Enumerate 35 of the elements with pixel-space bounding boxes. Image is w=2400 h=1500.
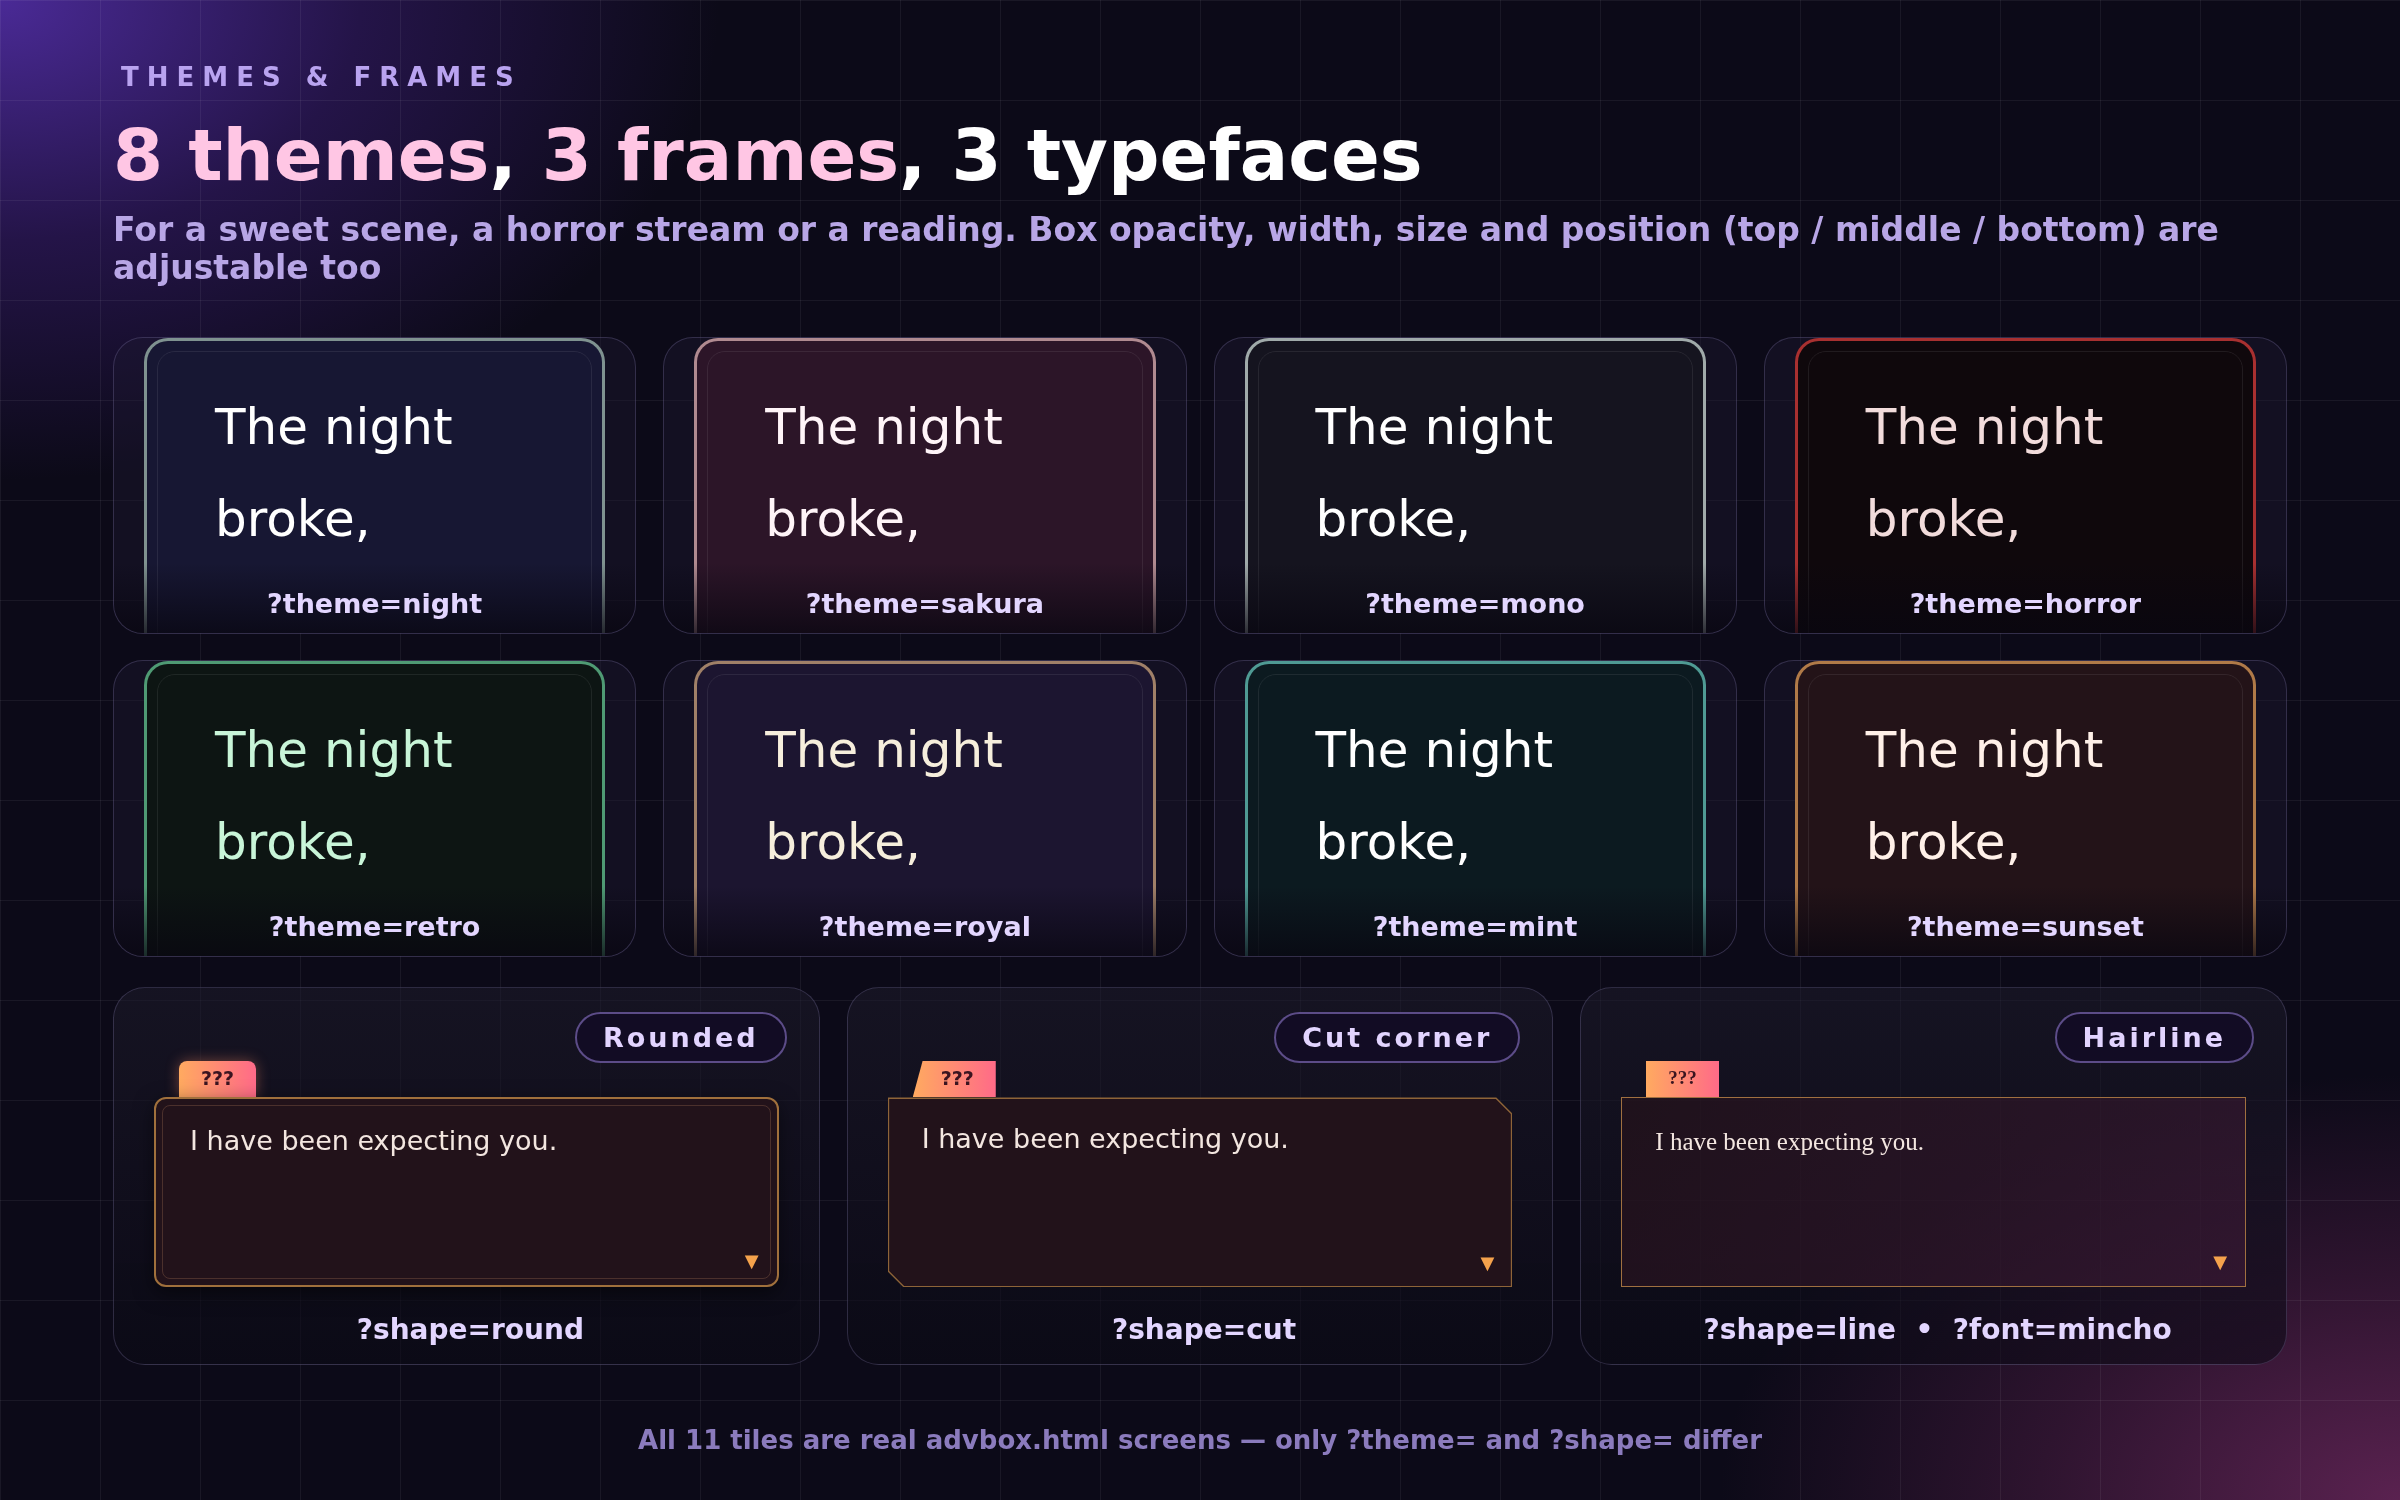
frame-chip: Rounded xyxy=(574,1011,787,1063)
dialog-text: The night broke, xyxy=(765,719,1004,873)
eyebrow-label: THEMES & FRAMES xyxy=(121,62,523,92)
name-tag: ??? xyxy=(179,1060,257,1098)
frame-caption: ?shape=cut xyxy=(1110,1313,1298,1347)
page-title: 8 themes, 3 frames, 3 typefaces xyxy=(113,114,1424,197)
theme-caption: ?theme=mint xyxy=(1371,910,1579,942)
advance-indicator: ▼ xyxy=(2213,1251,2227,1273)
footer-note: All 11 tiles are real advbox.html screens — only ?theme= and ?shape= differ xyxy=(637,1424,1763,1455)
theme-caption: ?theme=night xyxy=(266,587,484,619)
dialog-text: The night broke, xyxy=(765,396,1004,550)
frame-chip: Cut corner xyxy=(1274,1011,1521,1063)
frame-chip: Hairline xyxy=(2054,1011,2254,1063)
dialog-text: I have been expecting you. xyxy=(921,1123,1289,1155)
advance-indicator: ▼ xyxy=(744,1250,759,1272)
dialog-text: The night broke, xyxy=(1315,719,1554,873)
frame-caption: ?shape=round xyxy=(355,1313,585,1347)
name-tag: ??? xyxy=(1646,1060,1719,1098)
theme-caption: ?theme=horror xyxy=(1908,587,2143,619)
dialog-text: The night broke, xyxy=(1315,396,1554,550)
dialog-text: The night broke, xyxy=(1865,719,2105,873)
theme-caption: ?theme=retro xyxy=(267,910,482,942)
theme-caption: ?theme=mono xyxy=(1364,587,1586,619)
dialog-text: The night broke, xyxy=(215,396,454,550)
theme-caption: ?theme=royal xyxy=(817,910,1032,942)
dialog-text: The night broke, xyxy=(1865,396,2105,550)
dialog-text: The night broke, xyxy=(215,719,454,873)
dialog-text: I have been expecting you. xyxy=(1655,1128,1924,1157)
advance-indicator: ▼ xyxy=(1480,1252,1495,1274)
page-subtitle: For a sweet scene, a horror stream or a reading. Box opacity, width, size and position (top / middle / bottom) are adjustable too xyxy=(113,210,2220,287)
theme-caption: ?theme=sakura xyxy=(804,587,1045,619)
theme-caption: ?theme=sunset xyxy=(1905,910,2145,942)
dialog-text: I have been expecting you. xyxy=(190,1125,558,1157)
name-tag: ??? xyxy=(912,1060,996,1098)
frame-caption: ?shape=line • ?font=mincho xyxy=(1702,1313,2173,1347)
